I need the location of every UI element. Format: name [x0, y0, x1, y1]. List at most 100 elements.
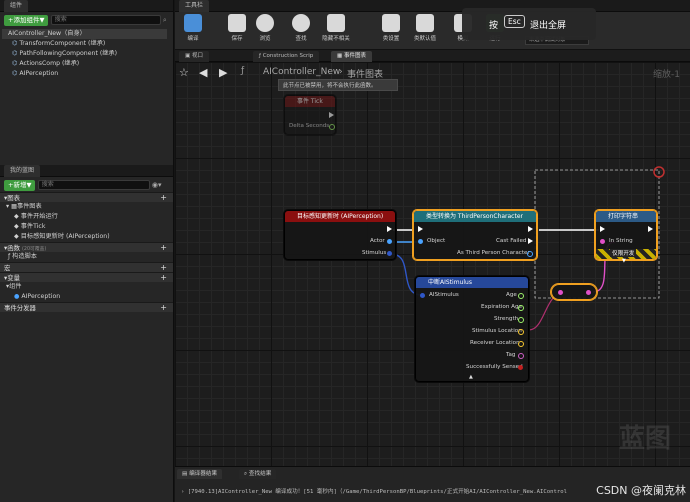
tab-construction-script[interactable]: ƒ Construction Scrip: [253, 51, 320, 62]
components-tab[interactable]: 组件: [4, 0, 29, 12]
blueprint-watermark: 蓝图: [619, 424, 672, 454]
stimulus-pin[interactable]: [387, 251, 392, 256]
functions-section[interactable]: ▾函数 (20可覆盖) +: [0, 242, 173, 252]
event-graph-item[interactable]: ▾ ▦事件图表: [0, 202, 173, 212]
stimulus-location-pin[interactable]: [518, 329, 524, 335]
add-variable-icon[interactable]: +: [160, 273, 167, 283]
add-dispatcher-icon[interactable]: +: [160, 303, 167, 313]
main-toolbar: 工具栏 编译 保存 浏览 查找 隐藏不相关 类设置 类默认值 模拟 运行 未选中…: [175, 0, 690, 50]
event-begin-play[interactable]: ◆ 事件开始运行: [0, 212, 173, 222]
dispatchers-section[interactable]: 事件分发器 +: [0, 302, 173, 312]
expiration-age-pin[interactable]: [518, 305, 524, 311]
break-aistimulus-node[interactable]: 中断AIStimulus AIStimulus Age Expiration A…: [415, 276, 529, 382]
tree-item-actionscomp[interactable]: ⌬ ActionsComp (继承): [8, 59, 167, 69]
add-function-icon[interactable]: +: [160, 243, 167, 253]
esc-prefix: 按: [489, 21, 499, 31]
exec-out-pin[interactable]: [387, 226, 392, 232]
class-settings-button[interactable]: 类设置: [377, 14, 405, 42]
blueprint-tab-bar: 我的蓝图: [0, 165, 173, 177]
in-string-pin[interactable]: [600, 239, 605, 244]
strength-pin[interactable]: [518, 317, 524, 323]
reroute-in-pin[interactable]: [558, 290, 563, 295]
tab-viewport[interactable]: ▣ 视口: [179, 51, 209, 62]
event-perception-item[interactable]: ◆ 目标感知更新时 (AIPerception): [0, 232, 173, 242]
reroute-out-pin[interactable]: [586, 290, 591, 295]
as-character-pin[interactable]: [527, 251, 533, 257]
cast-header: 类型转换为 ThirdPersonCharacter: [414, 211, 536, 222]
event-tick-header: 事件 Tick: [285, 96, 335, 107]
wires-layer: [389, 166, 665, 331]
tab-find-results[interactable]: ⌕ 查找结果: [239, 469, 277, 479]
blueprint-search-input[interactable]: 搜索: [37, 180, 150, 190]
age-pin[interactable]: [518, 293, 524, 299]
object-label: Object: [427, 238, 446, 244]
class-defaults-button[interactable]: 类默认值: [411, 14, 439, 42]
exec-out-pin[interactable]: [648, 226, 653, 232]
cast-failed-label: Cast Failed: [496, 238, 527, 244]
actor-pin[interactable]: [387, 239, 392, 244]
delta-seconds-pin[interactable]: [329, 124, 335, 130]
exec-in-pin[interactable]: [418, 226, 423, 232]
object-pin[interactable]: [418, 239, 423, 244]
event-tick-item[interactable]: ◆ 事件Tick: [0, 222, 173, 232]
save-button[interactable]: 保存: [223, 14, 251, 42]
tab-event-graph[interactable]: ▦ 事件图表: [331, 51, 372, 62]
actor-label: Actor: [370, 238, 385, 244]
hide-unrelated-icon: [327, 14, 345, 32]
event-graph-canvas[interactable]: ☆ ◀ ▶ ƒ AIController_New › 事件图表 缩放-1 此节点…: [175, 62, 690, 466]
eye-icon[interactable]: ◉▾: [152, 181, 162, 189]
compile-button[interactable]: 编译: [179, 14, 207, 42]
cast-failed-pin[interactable]: [528, 238, 533, 244]
components-category[interactable]: ▾组件: [0, 282, 173, 292]
event-icon: ◆: [14, 233, 19, 240]
expand-chevron-icon[interactable]: ▼: [622, 258, 626, 264]
document-tabs: ▣ 视口 ƒ Construction Scrip ▦ 事件图表: [175, 50, 690, 62]
add-graph-icon[interactable]: +: [160, 193, 167, 203]
tree-item-pathfollowing[interactable]: ⌬ PathFollowingComponent (继承): [8, 49, 167, 59]
tab-compiler-results[interactable]: ▤ 编译器结果: [177, 469, 223, 479]
construction-script-item[interactable]: ƒ 构造脚本: [0, 252, 173, 262]
hide-unrelated-button[interactable]: 隐藏不相关: [319, 14, 353, 42]
add-component-button[interactable]: +添加组件▼: [4, 15, 49, 26]
macros-section[interactable]: 宏 +: [0, 262, 173, 272]
stimulus-location-label: Stimulus Location: [472, 328, 522, 334]
print-string-node[interactable]: 打印字符串 In String 仅限开发 ▼: [595, 210, 657, 264]
event-tick-node[interactable]: 事件 Tick Delta Seconds: [284, 95, 336, 135]
browse-icon: [256, 14, 274, 32]
exec-out-pin[interactable]: [329, 112, 334, 118]
receiver-location-pin[interactable]: [518, 341, 524, 347]
toolbar-tab[interactable]: 工具栏: [179, 0, 210, 12]
components-search-input[interactable]: 搜索: [50, 15, 161, 25]
print-header: 打印字符串: [596, 211, 656, 222]
find-button[interactable]: 查找: [287, 14, 315, 42]
exec-out-pin[interactable]: [528, 226, 533, 232]
string-reroute-node[interactable]: [551, 284, 597, 300]
browse-button[interactable]: 浏览: [251, 14, 279, 42]
aiperception-variable[interactable]: ● AIPerception: [0, 292, 173, 302]
viewport-icon: ▣: [185, 53, 192, 59]
event-icon: ◆: [14, 223, 19, 230]
graph-icon: ▦: [337, 53, 344, 59]
delta-seconds-label: Delta Seconds: [289, 123, 330, 129]
aistimulus-in-pin[interactable]: [420, 293, 425, 298]
exec-in-pin[interactable]: [600, 226, 605, 232]
variables-section[interactable]: ▾变量 +: [0, 272, 173, 282]
collapse-chevron-icon[interactable]: ▲: [469, 374, 473, 380]
event-icon: ◆: [14, 213, 19, 220]
successfully-sensed-pin[interactable]: [518, 365, 523, 370]
expiration-age-label: Expiration Age: [481, 304, 522, 310]
tree-item-aiperception[interactable]: ⌬ AIPerception: [8, 69, 167, 79]
perception-event-node[interactable]: 目标感知更新时 (AIPerception) Actor Stimulus: [284, 210, 396, 260]
tree-item-transform[interactable]: ⌬ TransformComponent (继承): [8, 39, 167, 49]
in-string-label: In String: [609, 238, 633, 244]
blueprint-toolbar: +新增▼ 搜索 ◉▾: [0, 177, 173, 192]
csdn-watermark: CSDN @夜阑克林: [596, 484, 686, 497]
cast-node[interactable]: 类型转换为 ThirdPersonCharacter Object Cast F…: [413, 210, 537, 260]
as-character-label: As Third Person Character: [457, 250, 530, 256]
tag-pin[interactable]: [518, 353, 524, 359]
graphs-section[interactable]: ▾图表 +: [0, 192, 173, 202]
tree-item-self[interactable]: AIController_New（自身）: [2, 29, 167, 39]
my-blueprint-tab[interactable]: 我的蓝图: [4, 165, 41, 177]
left-panel: 组件 +添加组件▼ 搜索 ⌕ AIController_New（自身） ⌬ Tr…: [0, 0, 174, 502]
new-button[interactable]: +新增▼: [4, 180, 36, 191]
